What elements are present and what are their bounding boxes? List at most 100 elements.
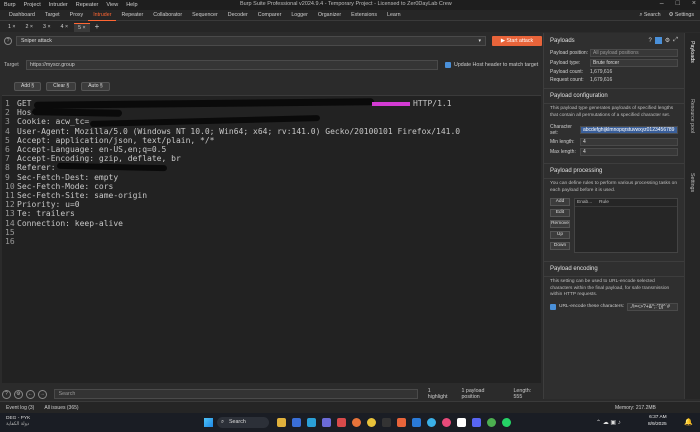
- taskbar-search[interactable]: ⌕ Search: [217, 417, 269, 428]
- add-tab-icon[interactable]: +: [95, 22, 100, 31]
- settings-icon[interactable]: ⚙: [13, 389, 23, 399]
- payload-count-label: Payload count:: [550, 69, 584, 75]
- attack-type-select[interactable]: Sniper attack ▾: [16, 36, 486, 46]
- add-marker-button[interactable]: Add §: [14, 82, 42, 91]
- min-length-label: Min length:: [550, 139, 575, 145]
- forward-arrow-icon[interactable]: →: [37, 389, 47, 399]
- help-icon[interactable]: ?: [4, 37, 12, 45]
- tab-organizer[interactable]: Organizer: [313, 10, 346, 21]
- request-line-tail: HTTP/1.1: [413, 99, 452, 108]
- menu-help[interactable]: Help: [126, 2, 137, 8]
- update-host-checkbox[interactable]: [445, 62, 451, 68]
- memory-indicator: Memory: 217.2MB: [615, 405, 656, 411]
- menu-project[interactable]: Project: [24, 2, 41, 8]
- app-icon-terminal[interactable]: [382, 418, 391, 427]
- global-search-button[interactable]: ⌕ Search: [639, 10, 660, 21]
- tab-comparer[interactable]: Comparer: [253, 10, 287, 21]
- app-icon-burp[interactable]: [397, 418, 406, 427]
- app-icon-telegram[interactable]: [427, 418, 436, 427]
- global-settings-button[interactable]: ⚙ Settings: [669, 10, 694, 21]
- rail-resource-pool-tab[interactable]: Resource pool: [689, 99, 695, 133]
- close-icon[interactable]: ×: [692, 0, 696, 7]
- menu-burp[interactable]: Burp: [4, 2, 16, 8]
- charset-input[interactable]: abcdefghijklmnopqrstuvwxyz0123456789: [580, 126, 678, 134]
- payload-type-select[interactable]: Brute forcer: [590, 59, 678, 67]
- request-line: 4 User-Agent: Mozilla/5.0 (Windows NT 10.…: [5, 126, 461, 136]
- remove-rule-button[interactable]: Remove: [550, 220, 570, 228]
- rules-table[interactable]: Enab... Rule: [574, 198, 678, 253]
- tab-target[interactable]: Target: [40, 10, 65, 21]
- max-length-input[interactable]: 4: [580, 148, 678, 156]
- maximize-icon[interactable]: □: [676, 0, 680, 7]
- app-icon-whatsapp[interactable]: [502, 418, 511, 427]
- weather-widget[interactable]: DEG - PYK دولة الكفاية: [6, 416, 30, 428]
- minimize-icon[interactable]: –: [660, 0, 664, 7]
- system-tray[interactable]: ⌃ ☁ ▣ ♪: [596, 419, 621, 426]
- rail-payloads-tab[interactable]: Payloads: [689, 41, 695, 63]
- url-encode-checkbox[interactable]: [550, 303, 556, 310]
- intruder-tab[interactable]: 4 ×: [57, 23, 73, 32]
- app-icon-mail[interactable]: [337, 418, 346, 427]
- editor-search-input[interactable]: Search: [53, 389, 418, 399]
- inspector-rail: Payloads Resource pool Settings: [684, 33, 700, 399]
- tab-decoder[interactable]: Decoder: [223, 10, 253, 21]
- app-icon-firefox[interactable]: [352, 418, 361, 427]
- payload-position-label: Payload position:: [550, 50, 589, 56]
- gear-icon[interactable]: ⚙: [665, 37, 670, 44]
- app-icon-files[interactable]: [277, 418, 286, 427]
- all-issues-link[interactable]: All issues (365): [44, 405, 78, 411]
- intruder-tab[interactable]: 1 ×: [4, 23, 20, 32]
- tab-dashboard[interactable]: Dashboard: [4, 10, 40, 21]
- app-icon-chrome[interactable]: [367, 418, 376, 427]
- app-icon-widgets[interactable]: [292, 418, 301, 427]
- intruder-tab-active[interactable]: 5 ×: [74, 22, 90, 32]
- payload-position-select[interactable]: All payload positions: [590, 49, 678, 57]
- request-editor[interactable]: 1 GET HTTP/1.1 2 Host: 3 Cookie: acw_tc= 4U…: [2, 95, 541, 383]
- edit-rule-button[interactable]: Edit: [550, 209, 570, 217]
- target-input[interactable]: https://myscr.group: [26, 60, 438, 70]
- up-rule-button[interactable]: Up: [550, 231, 570, 239]
- tab-learn[interactable]: Learn: [382, 10, 406, 21]
- tab-proxy[interactable]: Proxy: [65, 10, 89, 21]
- app-icon-chrome-2[interactable]: [487, 418, 496, 427]
- help-icon[interactable]: ?: [2, 389, 11, 399]
- start-attack-button[interactable]: ▶ Start attack: [492, 36, 542, 46]
- app-icon-store[interactable]: [322, 418, 331, 427]
- add-rule-button[interactable]: Add: [550, 198, 570, 206]
- gear-icon: ⚙: [668, 12, 674, 18]
- url-encode-input[interactable]: ./\=<>?+&*;:"{}|^`#: [627, 302, 678, 311]
- menu-view[interactable]: View: [106, 2, 118, 8]
- event-log-link[interactable]: Event log (3): [6, 405, 34, 411]
- highlight-count: 1 highlight: [427, 388, 448, 400]
- app-icon-edge[interactable]: [307, 418, 316, 427]
- clear-markers-button[interactable]: Clear §: [46, 82, 77, 91]
- intruder-tab[interactable]: 2 ×: [22, 23, 38, 32]
- min-length-input[interactable]: 4: [580, 138, 678, 146]
- menu-repeater[interactable]: Repeater: [76, 2, 99, 8]
- back-arrow-icon[interactable]: ←: [25, 389, 35, 399]
- clock[interactable]: 6:37 AM 8/9/2025: [648, 415, 667, 428]
- notifications-icon[interactable]: 🔔: [684, 418, 693, 426]
- help-icon[interactable]: ?: [648, 38, 651, 44]
- app-icon-vscode[interactable]: [412, 418, 421, 427]
- tab-intruder[interactable]: Intruder: [88, 10, 117, 21]
- tab-collaborator[interactable]: Collaborator: [148, 10, 187, 21]
- start-icon[interactable]: [204, 418, 213, 427]
- intruder-tab[interactable]: 3 ×: [39, 23, 55, 32]
- tab-extensions[interactable]: Extensions: [346, 10, 382, 21]
- auto-markers-button[interactable]: Auto §: [81, 82, 110, 91]
- rules-col-enabled: Enab...: [577, 200, 593, 205]
- expand-icon[interactable]: ⤢: [673, 37, 678, 44]
- request-line: 10 Sec-Fetch-Mode: cors: [5, 181, 114, 191]
- app-icon-browser[interactable]: [442, 418, 451, 427]
- app-icon-app[interactable]: [457, 418, 466, 427]
- app-icon-discord[interactable]: [472, 418, 481, 427]
- save-icon[interactable]: [654, 37, 662, 44]
- rail-settings-tab[interactable]: Settings: [689, 173, 695, 192]
- menu-intruder[interactable]: Intruder: [49, 2, 68, 8]
- down-rule-button[interactable]: Down: [550, 242, 570, 250]
- tab-logger[interactable]: Logger: [286, 10, 313, 21]
- tab-repeater[interactable]: Repeater: [116, 10, 148, 21]
- charset-label: Character set:: [550, 124, 572, 136]
- tab-sequencer[interactable]: Sequencer: [187, 10, 223, 21]
